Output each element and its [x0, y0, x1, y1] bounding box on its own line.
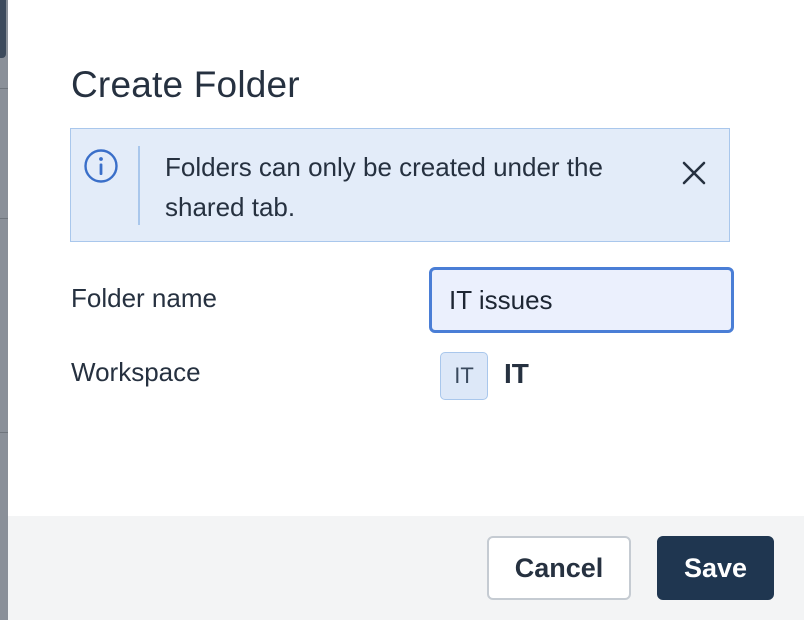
info-icon	[83, 148, 119, 184]
save-button[interactable]: Save	[657, 536, 774, 600]
close-icon[interactable]	[674, 153, 714, 193]
backdrop-divider	[0, 218, 8, 219]
dialog-footer: Cancel Save	[8, 516, 804, 620]
backdrop-tab	[0, 0, 6, 58]
info-message: Folders can only be created under the sh…	[165, 152, 603, 222]
workspace-name: IT	[504, 358, 529, 389]
page-backdrop	[0, 0, 8, 620]
folder-name-input[interactable]	[429, 267, 734, 333]
workspace-badge: IT	[440, 352, 488, 400]
alert-divider	[138, 146, 140, 225]
dialog-title: Create Folder	[71, 64, 300, 105]
workspace-label: Workspace	[71, 357, 201, 387]
backdrop-divider	[0, 88, 8, 89]
folder-name-label: Folder name	[71, 283, 217, 313]
cancel-button[interactable]: Cancel	[487, 536, 631, 600]
info-alert: Folders can only be created under the sh…	[70, 128, 730, 242]
backdrop-divider	[0, 432, 8, 433]
create-folder-dialog: Create Folder Folders can only be create…	[8, 0, 804, 620]
